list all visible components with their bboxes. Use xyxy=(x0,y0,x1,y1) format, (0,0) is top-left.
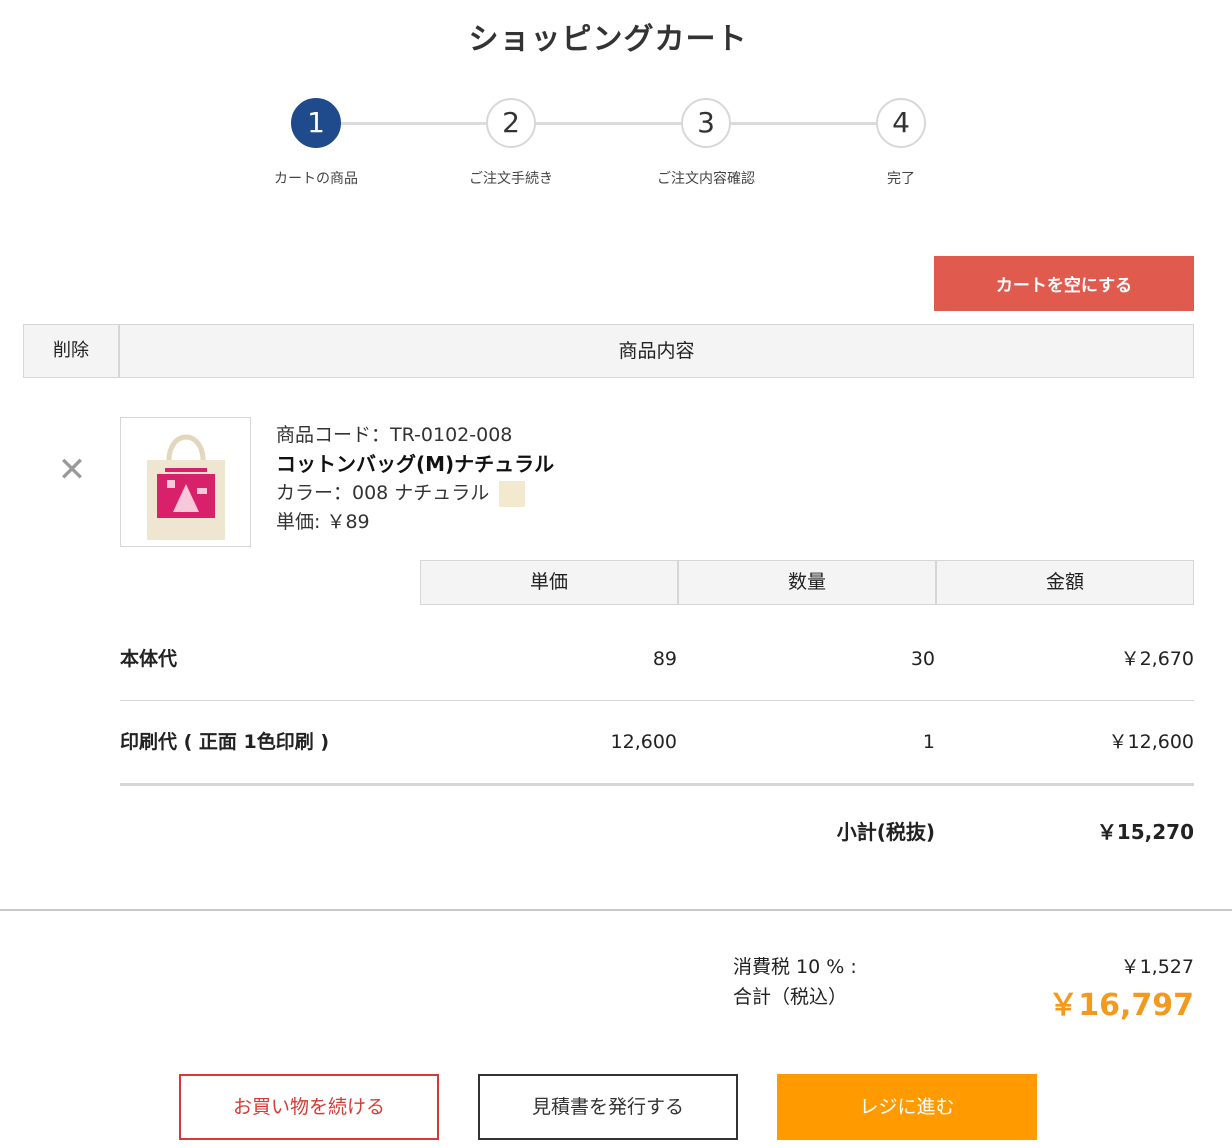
product-info: 商品コード：TR-0102-008 コットンバッグ(M)ナチュラル カラー：00… xyxy=(276,421,554,537)
row-quantity: 1 xyxy=(922,731,935,753)
product-thumbnail[interactable] xyxy=(120,417,251,547)
step-complete: 4 完了 xyxy=(841,98,961,188)
subtotal-value: ￥15,270 xyxy=(1096,820,1194,844)
row-amount: ￥12,600 xyxy=(1108,731,1194,753)
header-content: 商品内容 xyxy=(618,340,695,362)
product-color-text: カラー：008 ナチュラル xyxy=(276,482,490,504)
remove-item-icon[interactable]: ✕ xyxy=(54,452,90,488)
section-divider xyxy=(0,909,1232,911)
continue-shopping-button[interactable]: お買い物を続ける xyxy=(179,1074,439,1140)
step-cart: 1 カートの商品 xyxy=(256,98,376,188)
issue-quote-button[interactable]: 見積書を発行する xyxy=(478,1074,738,1140)
step-number: 3 xyxy=(681,98,731,148)
page-title: ショッピングカート xyxy=(468,22,748,57)
stepper-line xyxy=(316,122,900,125)
tax-label: 消費税 10 % : xyxy=(733,956,857,978)
cart-table-header: 削除 商品内容 xyxy=(23,324,1194,378)
row-label: 本体代 xyxy=(120,648,178,670)
step-label: ご注文内容確認 xyxy=(657,171,755,187)
total-value: ￥16,797 xyxy=(1048,988,1194,1023)
step-number: 4 xyxy=(876,98,926,148)
header-delete: 削除 xyxy=(24,325,120,377)
header-amount: 金額 xyxy=(936,560,1194,605)
row-unit-price: 89 xyxy=(652,648,677,670)
checkout-button[interactable]: レジに進む xyxy=(777,1074,1037,1140)
product-code: 商品コード：TR-0102-008 xyxy=(276,424,513,446)
step-label: 完了 xyxy=(887,171,915,187)
price-table-header: 単価 数量 金額 xyxy=(420,560,1194,605)
step-number: 2 xyxy=(486,98,536,148)
subtotal-divider xyxy=(120,783,1194,786)
step-number: 1 xyxy=(291,98,341,148)
table-row: 本体代 89 30 ￥2,670 xyxy=(120,617,1194,701)
row-label: 印刷代 ( 正面 1色印刷 ) xyxy=(120,731,330,753)
step-label: ご注文手続き xyxy=(469,171,553,187)
product-color: カラー：008 ナチュラル xyxy=(276,479,554,508)
step-label: カートの商品 xyxy=(274,171,358,187)
clear-cart-button[interactable]: カートを空にする xyxy=(934,256,1194,311)
row-amount: ￥2,670 xyxy=(1120,648,1194,670)
color-swatch xyxy=(499,480,526,507)
product-name[interactable]: コットンバッグ(M)ナチュラル xyxy=(276,450,554,479)
row-unit-price: 12,600 xyxy=(610,731,677,753)
step-order-confirm: 3 ご注文内容確認 xyxy=(646,98,766,188)
checkout-stepper: 1 カートの商品 2 ご注文手続き 3 ご注文内容確認 4 完了 xyxy=(0,98,1232,198)
row-quantity: 30 xyxy=(910,648,935,670)
product-unit-price: 単価: ￥89 xyxy=(276,511,370,533)
subtotal-label: 小計(税抜) xyxy=(836,820,935,844)
header-unit-price: 単価 xyxy=(420,560,678,605)
tax-value: ￥1,527 xyxy=(1120,956,1194,978)
table-row: 印刷代 ( 正面 1色印刷 ) 12,600 1 ￥12,600 xyxy=(120,700,1194,784)
header-quantity: 数量 xyxy=(678,560,936,605)
total-label: 合計（税込） xyxy=(733,986,848,1008)
tote-bag-image xyxy=(147,434,225,540)
step-order-procedure: 2 ご注文手続き xyxy=(451,98,571,188)
